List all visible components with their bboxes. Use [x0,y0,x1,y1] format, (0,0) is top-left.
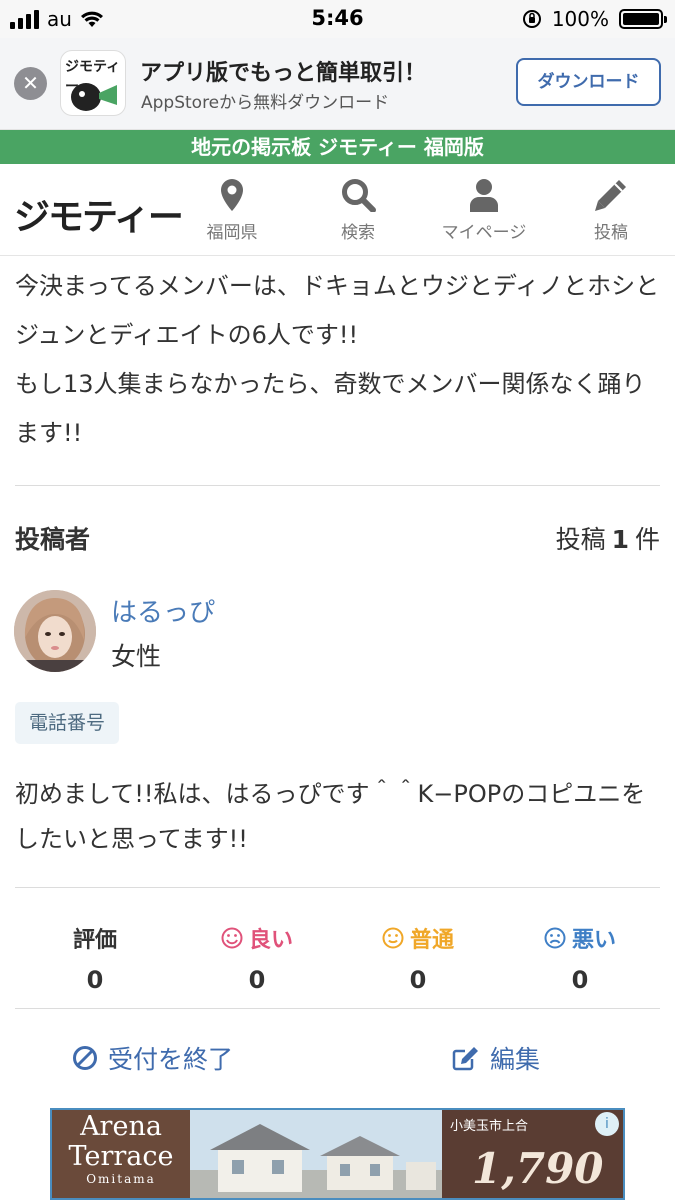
poster-gender: 女性 [111,642,162,671]
evaluation-bad-value: 0 [571,966,589,994]
banner-title: アプリ版でもっと簡単取引！ [140,61,427,86]
orientation-lock-icon [522,10,541,28]
smile-icon [221,927,243,949]
ad-brand-line2: Terrace [68,1141,174,1172]
close-banner-button[interactable]: ✕ [14,67,47,100]
evaluation-good-value: 0 [248,966,266,994]
ad-info-icon[interactable]: i [595,1112,619,1136]
evaluation-total-text: 評価 [72,928,117,953]
battery-percent: 100% [551,7,609,31]
evaluation-total: 評価 0 [15,922,175,994]
ad-price: 1,790 [472,1144,604,1193]
nav-label-search: 検索 [341,223,375,243]
nav-item-search[interactable]: 検索 [298,178,418,243]
house-image [190,1110,442,1198]
app-download-banner: ✕ ジモティー アプリ版でもっと簡単取引！ AppStoreから無料ダウンロード… [0,38,675,130]
location-pin-icon [221,179,243,211]
post-count-prefix: 投稿 [555,525,606,554]
poster-introduction: 初めまして!!私は、はるっぴです＾＾K−POPのコピユニをしたいと思ってます!! [15,780,646,853]
pencil-icon [595,180,626,211]
evaluation-neutral-value: 0 [409,966,427,994]
phone-number-tag: 電話番号 [15,702,120,744]
nav-label-post: 投稿 [594,223,628,243]
close-reception-label: 受付を終了 [108,1045,234,1074]
evaluation-neutral: 普通 0 [338,922,498,994]
site-header: ジモティー 福岡県 検索 マイページ 投稿 [0,164,675,256]
ad-brand-line1: Arena [80,1111,162,1142]
evaluation-good-label: 良い [177,922,337,954]
site-logo[interactable]: ジモティー [14,188,184,240]
ad-banner[interactable]: Arena Terrace Omitama 小美玉市上合 1,790 i [50,1108,625,1200]
evaluation-good-text: 良い [248,928,293,953]
avatar[interactable] [14,590,96,672]
evaluation-bad-text: 悪い [571,928,616,953]
ad-location: 小美玉市上合 [450,1119,529,1134]
download-button[interactable]: ダウンロード [516,58,661,106]
ad-brand: Arena Terrace Omitama [52,1110,190,1198]
post-count-value: 1 [611,525,629,554]
poster-name[interactable]: はるっぴ [111,592,215,629]
nav-item-mypage[interactable]: マイページ [424,178,544,243]
post-content: 今決まってるメンバーは、ドキョムとウジとディノとホシとジュンとディエイトの6人で… [15,262,660,458]
ad-house-photo [190,1110,442,1198]
ad-brand-line3: Omitama [86,1172,156,1186]
poster-heading: 投稿者 [15,525,91,554]
neutral-face-icon [382,927,404,949]
post-description: 今決まってるメンバーは、ドキョムとウジとディノとホシとジュンとディエイトの6人で… [15,262,660,458]
frown-icon [544,927,566,949]
evaluation-neutral-text: 普通 [409,928,454,953]
divider [15,485,660,486]
battery-icon [619,9,667,29]
evaluation-neutral-label: 普通 [338,922,498,954]
evaluation-bad-label: 悪い [500,922,660,954]
status-bar: au 5:46 100% [0,0,675,38]
banner-subtitle: AppStoreから無料ダウンロード [141,93,390,113]
prohibited-icon [73,1046,97,1070]
close-reception-button[interactable]: 受付を終了 [72,1040,233,1076]
nav-label-prefecture: 福岡県 [206,223,258,243]
nav-item-prefecture[interactable]: 福岡県 [172,178,292,243]
app-logo: ジモティー [60,50,126,116]
divider [15,887,660,888]
edit-button[interactable]: 編集 [452,1040,540,1076]
status-right: 100% [522,7,667,31]
user-icon [470,179,498,212]
post-count-suffix: 件 [634,525,660,554]
divider [15,1008,660,1009]
evaluation-good: 良い 0 [177,922,337,994]
post-description-line: 今決まってるメンバーは、ドキョムとウジとディノとホシとジュンとディエイトの6人で… [15,272,660,349]
poster-post-count[interactable]: 投稿 1 件 [556,520,660,556]
mascot-icon [71,83,117,111]
post-description-line: もし13人集まらなかったら、奇数でメンバー関係なく踊ります!! [15,370,646,447]
evaluation-section: 評価 0 良い 0 普通 0 悪い 0 [0,922,675,994]
evaluation-total-value: 0 [86,966,104,994]
region-bar: 地元の掲示板 ジモティー 福岡版 [0,130,675,164]
nav-label-mypage: マイページ [441,223,527,243]
edit-label: 編集 [490,1045,541,1074]
evaluation-total-label: 評価 [15,922,175,954]
evaluation-bad: 悪い 0 [500,922,660,994]
search-icon [342,179,376,212]
edit-icon [452,1047,478,1071]
avatar-photo [14,590,96,672]
nav-item-post[interactable]: 投稿 [551,178,671,243]
post-actions: 受付を終了 編集 [0,1040,675,1084]
